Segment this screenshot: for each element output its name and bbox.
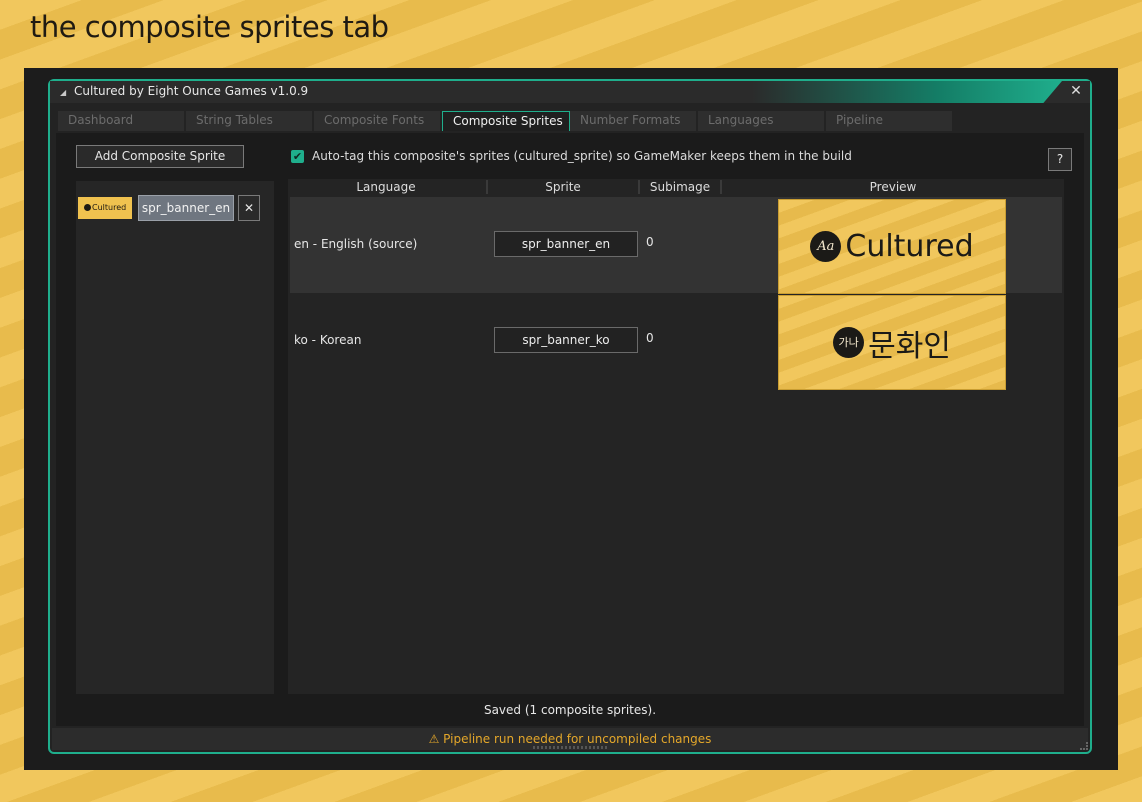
preview-badge: 가나 <box>833 327 865 358</box>
logo-dot-icon <box>84 204 91 211</box>
subimage-value[interactable]: 0 <box>646 331 654 345</box>
header-language: Language <box>356 180 416 194</box>
sprite-preview: Aa Cultured <box>778 199 1006 294</box>
tab-string-tables[interactable]: String Tables <box>186 111 314 131</box>
collapse-triangle-icon[interactable]: ◢ <box>60 88 66 97</box>
remove-composite-button[interactable]: ✕ <box>238 195 260 221</box>
preview-text: Cultured <box>845 229 974 264</box>
status-message: Saved (1 composite sprites). <box>483 703 657 717</box>
resize-grip-icon[interactable] <box>533 746 607 749</box>
preview-text: 문화인 <box>868 328 951 364</box>
page-title: the composite sprites tab <box>30 10 389 44</box>
variant-table: Language Sprite Subimage Preview en - En… <box>288 179 1064 694</box>
composite-sprites-panel: Add Composite Sprite ✔ Auto-tag this com… <box>56 133 1084 726</box>
titlebar-accent <box>752 81 1062 103</box>
close-icon[interactable]: ✕ <box>1068 83 1084 99</box>
header-subimage: Subimage <box>649 180 711 194</box>
language-cell: ko - Korean <box>294 333 362 347</box>
tab-composite-sprites[interactable]: Composite Sprites <box>442 111 570 131</box>
pipeline-warning[interactable]: ⚠ Pipeline run needed for uncompiled cha… <box>429 732 712 746</box>
autotag-label[interactable]: Auto-tag this composite's sprites (cultu… <box>312 149 852 163</box>
table-row: en - English (source) spr_banner_en 0 Aa… <box>290 197 1062 294</box>
composite-sprite-list: Cultured spr_banner_en ✕ <box>76 181 274 694</box>
subimage-value[interactable]: 0 <box>646 235 654 249</box>
sprite-field[interactable]: spr_banner_en <box>494 231 638 257</box>
tab-composite-fonts[interactable]: Composite Fonts <box>314 111 442 131</box>
sprite-thumbnail[interactable]: Cultured <box>78 197 132 219</box>
tab-pipeline[interactable]: Pipeline <box>826 111 954 131</box>
resize-corner-icon[interactable] <box>1080 742 1088 750</box>
language-cell: en - English (source) <box>294 237 418 251</box>
sprite-preview: 가나 문화인 <box>778 295 1006 390</box>
composite-name-field[interactable]: spr_banner_en <box>138 195 234 221</box>
header-preview: Preview <box>869 180 917 194</box>
help-button[interactable]: ? <box>1048 148 1072 171</box>
preview-badge: Aa <box>810 231 842 262</box>
table-row: ko - Korean spr_banner_ko 0 가나 문화인 <box>290 293 1062 390</box>
tab-languages[interactable]: Languages <box>698 111 826 131</box>
add-composite-sprite-button[interactable]: Add Composite Sprite <box>76 145 244 168</box>
cultured-window: ◢ Cultured by Eight Ounce Games v1.0.9 ✕… <box>48 79 1092 754</box>
window-titlebar[interactable]: ◢ Cultured by Eight Ounce Games v1.0.9 ✕ <box>50 81 1090 103</box>
thumbnail-text: Cultured <box>92 203 127 212</box>
footer-bar: ⚠ Pipeline run needed for uncompiled cha… <box>52 728 1088 750</box>
tab-number-formats[interactable]: Number Formats <box>570 111 698 131</box>
window-title: Cultured by Eight Ounce Games v1.0.9 <box>74 84 309 98</box>
tab-dashboard[interactable]: Dashboard <box>58 111 186 131</box>
autotag-checkbox[interactable]: ✔ <box>291 150 304 163</box>
header-sprite: Sprite <box>545 180 581 194</box>
sprite-field[interactable]: spr_banner_ko <box>494 327 638 353</box>
